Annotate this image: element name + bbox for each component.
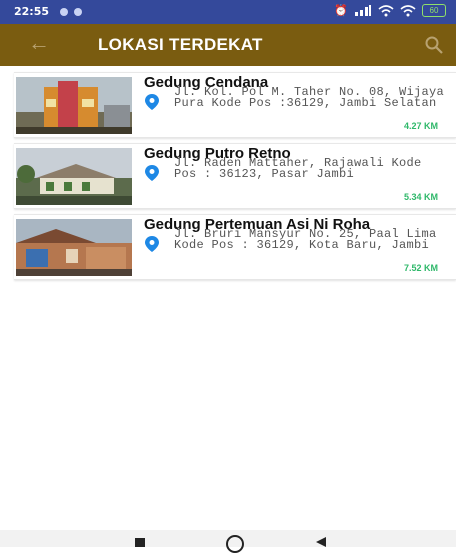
location-photo <box>16 77 132 134</box>
location-card[interactable]: Gedung Putro Retno Jl. Raden Mattaher, R… <box>14 143 456 209</box>
location-pin-icon <box>145 94 159 110</box>
location-address: Jl. Bruri Mansyur No. 25, Paal Lima Kode… <box>174 227 437 252</box>
location-distance: 5.34 KM <box>403 192 438 202</box>
status-icons: ⏰ 60 <box>334 4 446 17</box>
location-card[interactable]: Gedung Pertemuan Asi Ni Roha Jl. Bruri M… <box>14 214 456 280</box>
location-photo <box>16 148 132 205</box>
back-arrow-icon[interactable]: ← <box>28 30 50 56</box>
location-address: Jl. Raden Mattaher, Rajawali Kode Pos : … <box>174 156 422 181</box>
page-title: LOKASI TERDEKAT <box>98 35 263 54</box>
location-address: Jl. Kol. Pol M. Taher No. 08, Wijaya Pur… <box>174 85 445 110</box>
location-photo <box>16 219 132 276</box>
status-bar: 22:55 ⏰ 60 <box>0 0 456 24</box>
notification-dot-icon <box>60 8 68 16</box>
app-bar: ← LOKASI TERDEKAT <box>0 24 456 66</box>
status-time: 22:55 <box>14 5 50 18</box>
location-pin-icon <box>145 236 159 252</box>
home-icon[interactable] <box>226 535 244 553</box>
system-nav-bar <box>0 530 456 553</box>
battery-icon: 60 <box>422 4 446 17</box>
back-icon[interactable] <box>316 537 326 547</box>
location-pin-icon <box>145 165 159 181</box>
location-distance: 4.27 KM <box>403 121 438 131</box>
search-icon[interactable] <box>424 35 444 55</box>
location-distance: 7.52 KM <box>403 263 438 273</box>
location-card[interactable]: Gedung Cendana Jl. Kol. Pol M. Taher No.… <box>14 72 456 138</box>
wifi-icon <box>378 4 394 16</box>
signal-icon <box>355 5 371 16</box>
recent-apps-icon[interactable] <box>135 538 145 547</box>
alarm-icon: ⏰ <box>334 5 348 17</box>
wifi-icon <box>400 4 416 16</box>
notification-dot-icon <box>74 8 82 16</box>
